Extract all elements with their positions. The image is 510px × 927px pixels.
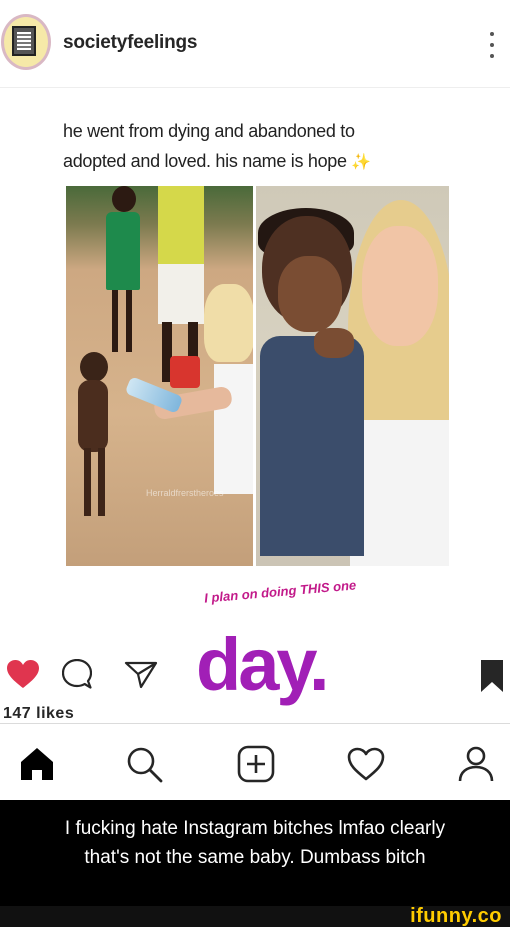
share-icon[interactable] <box>124 661 158 689</box>
image-caption: he went from dying and abandoned to adop… <box>63 116 443 178</box>
image-caption-line2: adopted and loved. his name is hope <box>63 151 347 171</box>
photo-after <box>256 186 449 566</box>
search-icon[interactable] <box>124 744 164 784</box>
bottom-tab-bar <box>0 723 510 800</box>
meme-caption: I fucking hate Instagram bitches lmfao c… <box>0 800 510 906</box>
home-icon[interactable] <box>17 744 57 784</box>
meme-caption-line1: I fucking hate Instagram bitches lmfao c… <box>64 818 446 839</box>
photo-figure <box>104 186 140 352</box>
post-image[interactable]: he went from dying and abandoned to adop… <box>0 88 510 643</box>
post-header: societyfeelings <box>0 0 510 88</box>
bookmark-icon[interactable] <box>479 659 505 693</box>
post-actions: 147 likes <box>0 643 510 723</box>
activity-heart-icon[interactable] <box>346 744 386 784</box>
ifunny-logo: ifunny.co <box>410 905 502 927</box>
profile-icon[interactable] <box>456 744 496 784</box>
photo-figure <box>256 208 376 566</box>
instagram-screen: societyfeelings he went from dying and a… <box>0 0 510 800</box>
comment-icon[interactable] <box>62 659 92 689</box>
add-post-icon[interactable] <box>236 744 276 784</box>
image-caption-line1: he went from dying and abandoned to <box>63 121 355 141</box>
photo-before: Herraldfrerstheroes <box>66 186 253 566</box>
photo-figure <box>152 284 253 494</box>
more-vertical-icon[interactable] <box>488 32 496 58</box>
likes-count[interactable]: 147 likes <box>3 705 74 721</box>
meme-caption-line2: that's not the same baby. Dumbass bitch <box>84 847 426 868</box>
avatar-logo <box>12 26 36 56</box>
watermark-bar: ifunny.co <box>0 906 510 927</box>
photo-watermark: Herraldfrerstheroes <box>146 488 224 498</box>
account-username[interactable]: societyfeelings <box>63 32 197 54</box>
account-avatar[interactable] <box>1 14 51 70</box>
heart-icon[interactable] <box>6 659 40 689</box>
photo-figure <box>72 352 112 517</box>
sparkle-icon: ✨ <box>351 154 372 171</box>
